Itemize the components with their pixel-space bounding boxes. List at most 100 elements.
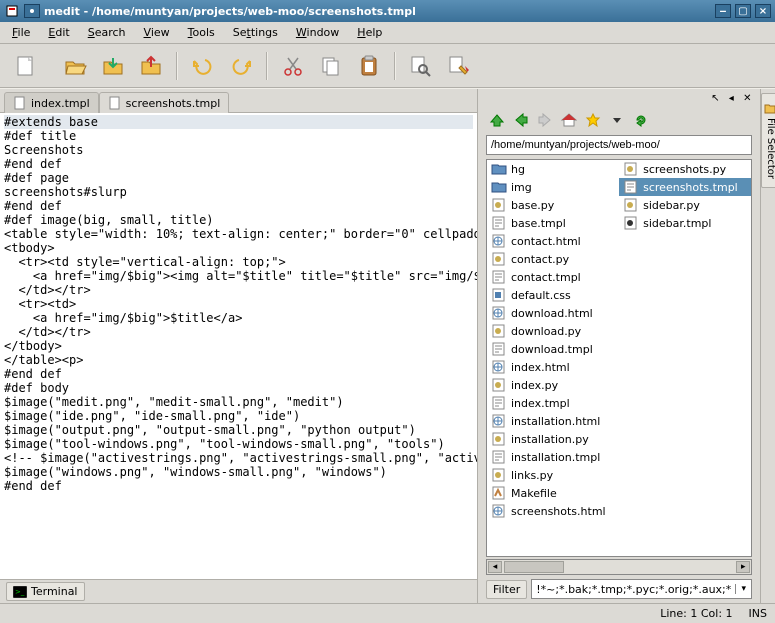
- file-list-hscrollbar[interactable]: ◂ ▸: [486, 559, 752, 575]
- file-name: hg: [511, 163, 525, 176]
- nav-up-button[interactable]: [486, 109, 508, 131]
- svg-text:>_: >_: [15, 588, 25, 596]
- tab-screenshots[interactable]: screenshots.tmpl: [99, 92, 230, 113]
- make-icon: [491, 486, 507, 500]
- scroll-right-icon[interactable]: ▸: [736, 561, 750, 573]
- nav-forward-button[interactable]: [534, 109, 556, 131]
- save-button[interactable]: [96, 49, 130, 83]
- file-item[interactable]: index.py: [487, 376, 619, 394]
- bottom-pane: >_ Terminal: [0, 579, 477, 603]
- text-editor[interactable]: #extends base#def titleScreenshots#end d…: [0, 113, 477, 579]
- tab-index[interactable]: index.tmpl: [4, 92, 99, 113]
- new-file-button[interactable]: [8, 49, 42, 83]
- py-icon: [491, 432, 507, 446]
- menu-file[interactable]: File: [4, 24, 38, 41]
- tmplx-icon: [623, 216, 639, 230]
- file-item[interactable]: base.tmpl: [487, 214, 619, 232]
- menu-view[interactable]: View: [136, 24, 178, 41]
- file-name: sidebar.py: [643, 199, 700, 212]
- file-name: index.html: [511, 361, 570, 374]
- save-as-button[interactable]: [134, 49, 168, 83]
- file-item[interactable]: index.tmpl: [487, 394, 619, 412]
- terminal-label: Terminal: [31, 585, 78, 598]
- menu-tools[interactable]: Tools: [180, 24, 223, 41]
- html-icon: [491, 414, 507, 428]
- file-item[interactable]: installation.tmpl: [487, 448, 619, 466]
- right-sidebar: File Selector: [760, 89, 775, 603]
- file-item[interactable]: download.html: [487, 304, 619, 322]
- nav-back-button[interactable]: [510, 109, 532, 131]
- terminal-icon: >_: [13, 586, 27, 598]
- scroll-left-icon[interactable]: ◂: [488, 561, 502, 573]
- menu-help[interactable]: Help: [349, 24, 390, 41]
- css-icon: [491, 288, 507, 302]
- menu-bar: File Edit Search View Tools Settings Win…: [0, 22, 775, 44]
- nav-reload-button[interactable]: [630, 109, 652, 131]
- filter-button[interactable]: Filter: [486, 580, 527, 599]
- filter-combo[interactable]: !*~;*.bak;*.tmp;*.pyc;*.orig;*.aux;* ▾: [531, 579, 752, 599]
- document-icon: [108, 96, 122, 110]
- file-item[interactable]: download.tmpl: [487, 340, 619, 358]
- menu-settings[interactable]: Settings: [225, 24, 286, 41]
- menu-edit[interactable]: Edit: [40, 24, 77, 41]
- path-input[interactable]: [486, 135, 752, 155]
- file-item[interactable]: screenshots.html: [487, 502, 619, 520]
- folder-icon: [491, 162, 507, 176]
- open-file-button[interactable]: [58, 49, 92, 83]
- window-sticky-button[interactable]: [24, 4, 40, 18]
- terminal-button[interactable]: >_ Terminal: [6, 582, 85, 601]
- menu-search[interactable]: Search: [80, 24, 134, 41]
- nav-bookmark-button[interactable]: [582, 109, 604, 131]
- filter-value: !*~;*.bak;*.tmp;*.pyc;*.orig;*.aux;*: [532, 583, 735, 596]
- file-item[interactable]: sidebar.tmpl: [619, 214, 751, 232]
- file-item[interactable]: installation.py: [487, 430, 619, 448]
- file-item[interactable]: Makefile: [487, 484, 619, 502]
- py-icon: [491, 378, 507, 392]
- tmpl-icon: [491, 270, 507, 284]
- tmpl-icon: [491, 216, 507, 230]
- pane-left-icon[interactable]: ◂: [724, 91, 738, 105]
- file-item[interactable]: img: [487, 178, 619, 196]
- redo-button[interactable]: [224, 49, 258, 83]
- file-item[interactable]: screenshots.tmpl: [619, 178, 751, 196]
- paste-button[interactable]: [352, 49, 386, 83]
- file-item[interactable]: base.py: [487, 196, 619, 214]
- maximize-button[interactable]: ▢: [735, 4, 751, 18]
- find-button[interactable]: [404, 49, 438, 83]
- detach-pane-icon[interactable]: ↖: [708, 91, 722, 105]
- copy-button[interactable]: [314, 49, 348, 83]
- minimize-button[interactable]: ‒: [715, 4, 731, 18]
- window-menu-icon[interactable]: [4, 3, 20, 19]
- py-icon: [491, 468, 507, 482]
- file-item[interactable]: screenshots.py: [619, 160, 751, 178]
- file-name: img: [511, 181, 532, 194]
- file-item[interactable]: contact.html: [487, 232, 619, 250]
- nav-home-button[interactable]: [558, 109, 580, 131]
- document-icon: [13, 96, 27, 110]
- chevron-down-icon[interactable]: ▾: [735, 584, 751, 594]
- pane-controls: ↖ ◂ ✕: [480, 91, 758, 107]
- file-name: screenshots.tmpl: [643, 181, 738, 194]
- menu-window[interactable]: Window: [288, 24, 347, 41]
- file-item[interactable]: index.html: [487, 358, 619, 376]
- nav-menu-button[interactable]: [606, 109, 628, 131]
- file-item[interactable]: contact.tmpl: [487, 268, 619, 286]
- file-list[interactable]: hgimgbase.pybase.tmplcontact.htmlcontact…: [486, 159, 752, 557]
- file-item[interactable]: download.py: [487, 322, 619, 340]
- file-selector-tab[interactable]: File Selector: [761, 93, 775, 188]
- file-item[interactable]: contact.py: [487, 250, 619, 268]
- file-item[interactable]: sidebar.py: [619, 196, 751, 214]
- file-item[interactable]: installation.html: [487, 412, 619, 430]
- close-pane-icon[interactable]: ✕: [740, 91, 754, 105]
- find-replace-button[interactable]: [442, 49, 476, 83]
- file-item[interactable]: links.py: [487, 466, 619, 484]
- close-button[interactable]: ×: [755, 4, 771, 18]
- file-name: base.py: [511, 199, 554, 212]
- tmpl-icon: [491, 396, 507, 410]
- scroll-thumb[interactable]: [504, 561, 564, 573]
- undo-button[interactable]: [186, 49, 220, 83]
- file-item[interactable]: default.css: [487, 286, 619, 304]
- html-icon: [491, 360, 507, 374]
- file-item[interactable]: hg: [487, 160, 619, 178]
- cut-button[interactable]: [276, 49, 310, 83]
